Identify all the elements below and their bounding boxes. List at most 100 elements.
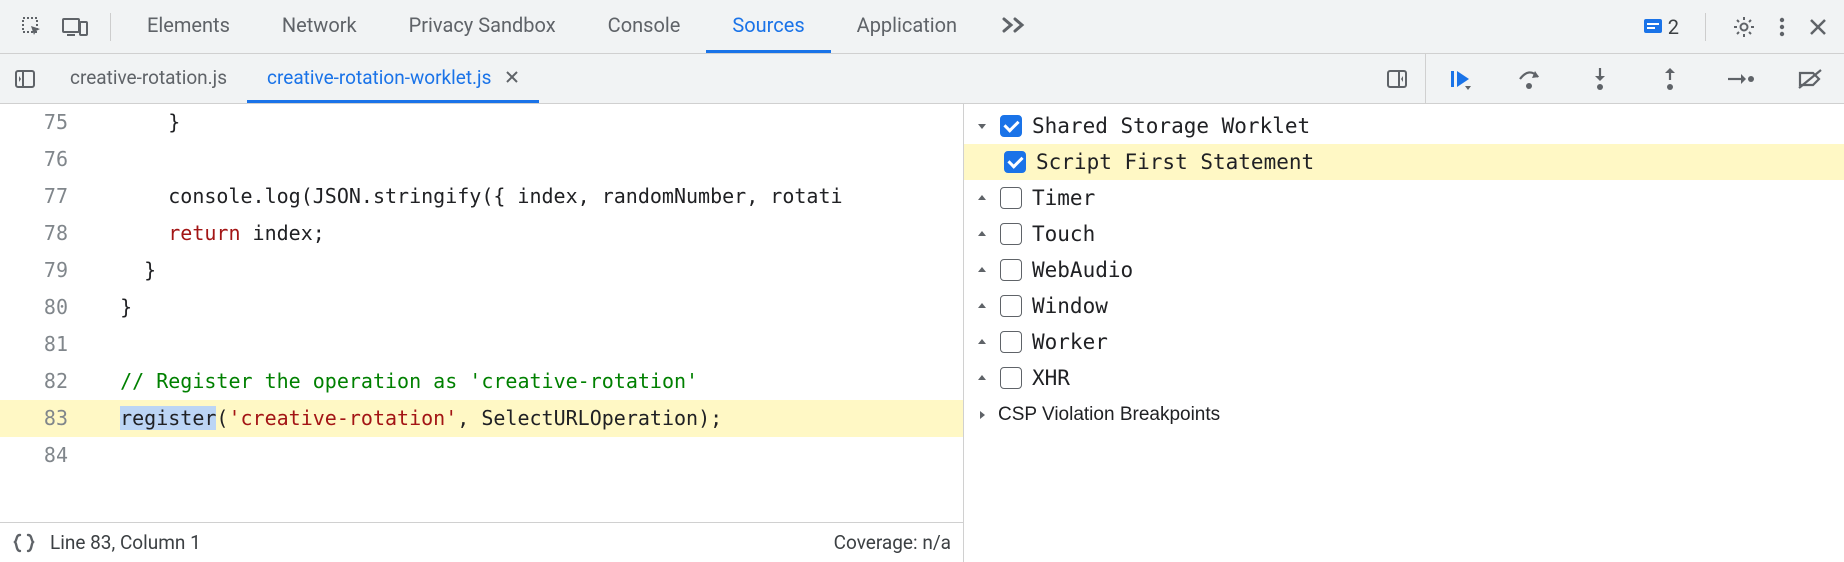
code-line[interactable]: 82 // Register the operation as 'creativ… [0, 363, 963, 400]
group-checkbox[interactable] [1000, 115, 1022, 137]
line-number: 79 [0, 252, 96, 289]
caret-right-icon [974, 192, 990, 204]
code-text: return index; [96, 215, 963, 252]
group-checkbox[interactable] [1000, 331, 1022, 353]
code-text [96, 141, 963, 178]
code-text: } [96, 252, 963, 289]
tab-elements[interactable]: Elements [121, 0, 256, 53]
group-label: Worker [1032, 330, 1108, 354]
code-line[interactable]: 84 [0, 437, 963, 474]
item-label: Script First Statement [1036, 150, 1314, 174]
step-icon[interactable] [1722, 61, 1758, 97]
caret-down-icon [974, 120, 990, 132]
caret-right-icon [974, 300, 990, 312]
group-checkbox[interactable] [1000, 187, 1022, 209]
step-over-icon[interactable] [1512, 61, 1548, 97]
line-number: 77 [0, 178, 96, 215]
group-checkbox[interactable] [1000, 295, 1022, 317]
breakpoint-group[interactable]: Touch [964, 216, 1844, 252]
device-toggle-icon[interactable] [62, 16, 88, 38]
group-label: Shared Storage Worklet [1032, 114, 1310, 138]
code-text [96, 437, 963, 474]
code-text: register('creative-rotation', SelectURLO… [96, 400, 963, 437]
group-checkbox[interactable] [1000, 259, 1022, 281]
item-checkbox[interactable] [1004, 151, 1026, 173]
line-number: 75 [0, 104, 96, 141]
caret-right-icon [974, 372, 990, 384]
group-label: Timer [1032, 186, 1095, 210]
tab-network[interactable]: Network [256, 0, 383, 53]
resume-icon[interactable] [1442, 61, 1478, 97]
code-line[interactable]: 81 [0, 326, 963, 363]
inspect-element-icon[interactable] [20, 15, 44, 39]
group-label: Touch [1032, 222, 1095, 246]
code-text: // Register the operation as 'creative-r… [96, 363, 963, 400]
devtools-main-toolbar: Elements Network Privacy Sandbox Console… [0, 0, 1844, 54]
editor-status-bar: Line 83, Column 1 Coverage: n/a [0, 522, 963, 562]
deactivate-breakpoints-icon[interactable] [1792, 61, 1828, 97]
code-line[interactable]: 76 [0, 141, 963, 178]
more-icon[interactable] [1772, 15, 1792, 39]
close-tab-icon[interactable] [505, 70, 519, 84]
breakpoint-section[interactable]: CSP Violation Breakpoints [964, 396, 1844, 434]
step-out-icon[interactable] [1652, 61, 1688, 97]
panel-tabs: Elements Network Privacy Sandbox Console… [121, 0, 1045, 53]
file-name: creative-rotation.js [70, 66, 227, 89]
code-text: } [96, 104, 963, 141]
issues-badge[interactable]: 2 [1642, 15, 1679, 39]
debugger-sidebar: Shared Storage Worklet Script First Stat… [964, 104, 1844, 562]
pretty-print-icon[interactable] [12, 533, 36, 553]
tab-console[interactable]: Console [582, 0, 707, 53]
code-text: console.log(JSON.stringify({ index, rand… [96, 178, 963, 215]
code-text [96, 326, 963, 363]
step-into-icon[interactable] [1582, 61, 1618, 97]
line-number: 82 [0, 363, 96, 400]
group-checkbox[interactable] [1000, 223, 1022, 245]
line-number: 84 [0, 437, 96, 474]
tab-sources[interactable]: Sources [706, 0, 830, 53]
code-line[interactable]: 78 return index; [0, 215, 963, 252]
code-line[interactable]: 80 } [0, 289, 963, 326]
close-icon[interactable] [1808, 17, 1828, 37]
caret-right-icon [974, 336, 990, 348]
code-line[interactable]: 83 register('creative-rotation', SelectU… [0, 400, 963, 437]
line-number: 78 [0, 215, 96, 252]
file-name: creative-rotation-worklet.js [267, 66, 491, 89]
file-tab[interactable]: creative-rotation.js [50, 54, 247, 103]
run-snippet-icon[interactable] [1369, 67, 1425, 91]
section-label: CSP Violation Breakpoints [998, 404, 1220, 426]
tab-application[interactable]: Application [831, 0, 983, 53]
line-number: 83 [0, 400, 96, 437]
code-line[interactable]: 79 } [0, 252, 963, 289]
breakpoint-group[interactable]: Timer [964, 180, 1844, 216]
sources-sub-toolbar: creative-rotation.js creative-rotation-w… [0, 54, 1844, 104]
breakpoint-group[interactable]: Worker [964, 324, 1844, 360]
file-tab-active[interactable]: creative-rotation-worklet.js [247, 54, 539, 103]
caret-right-icon [974, 264, 990, 276]
group-label: Window [1032, 294, 1108, 318]
breakpoint-item[interactable]: Script First Statement [964, 144, 1844, 180]
group-label: XHR [1032, 366, 1070, 390]
line-number: 80 [0, 289, 96, 326]
breakpoint-group[interactable]: WebAudio [964, 252, 1844, 288]
issues-count: 2 [1668, 15, 1679, 39]
navigator-toggle-icon[interactable] [0, 54, 50, 103]
code-text: } [96, 289, 963, 326]
tab-privacy-sandbox[interactable]: Privacy Sandbox [383, 0, 582, 53]
cursor-position: Line 83, Column 1 [50, 531, 201, 554]
breakpoint-group[interactable]: Shared Storage Worklet [964, 108, 1844, 144]
breakpoint-group[interactable]: Window [964, 288, 1844, 324]
code-line[interactable]: 77 console.log(JSON.stringify({ index, r… [0, 178, 963, 215]
group-checkbox[interactable] [1000, 367, 1022, 389]
tabs-overflow-icon[interactable] [983, 0, 1045, 53]
line-number: 76 [0, 141, 96, 178]
settings-icon[interactable] [1732, 15, 1756, 39]
line-number: 81 [0, 326, 96, 363]
code-editor[interactable]: 75 }7677 console.log(JSON.stringify({ in… [0, 104, 964, 562]
caret-right-icon [974, 409, 990, 421]
group-label: WebAudio [1032, 258, 1133, 282]
breakpoint-group[interactable]: XHR [964, 360, 1844, 396]
coverage-status: Coverage: n/a [834, 531, 951, 554]
caret-right-icon [974, 228, 990, 240]
code-line[interactable]: 75 } [0, 104, 963, 141]
